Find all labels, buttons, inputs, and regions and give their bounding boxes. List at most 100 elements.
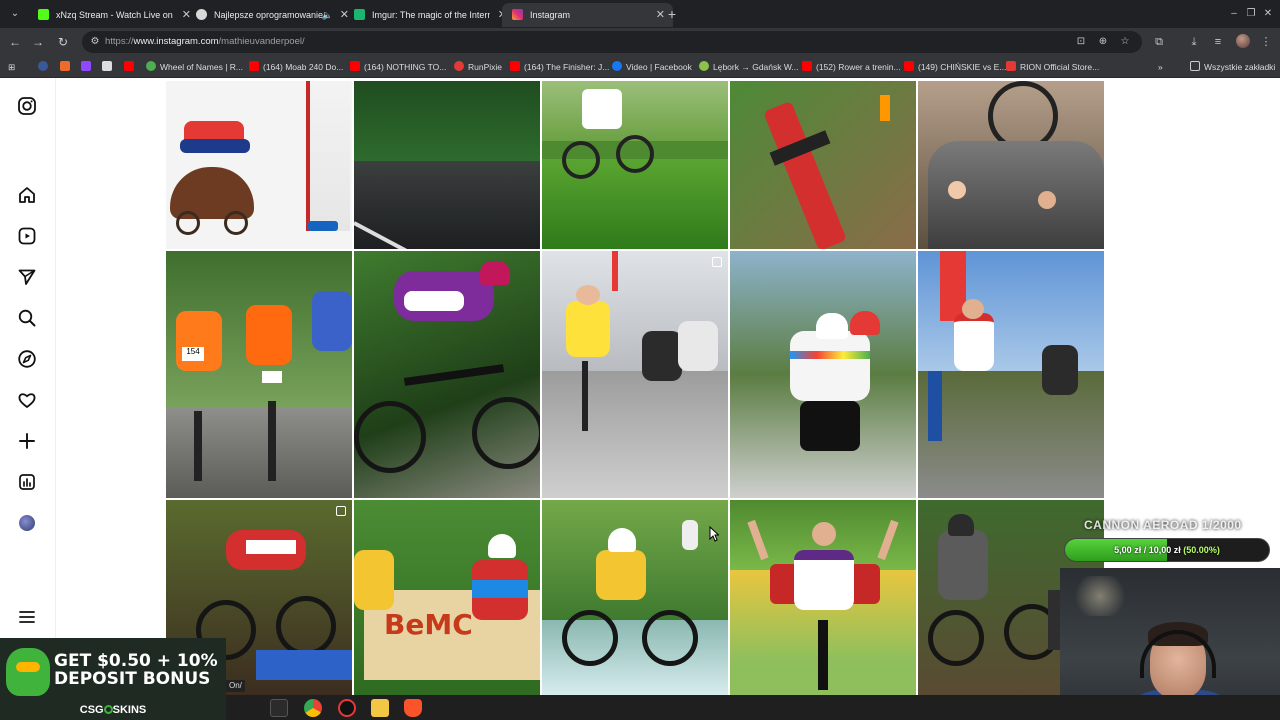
minimize-button[interactable]: – [1227, 5, 1241, 23]
youtube-icon [124, 61, 134, 71]
profile-avatar[interactable] [1236, 34, 1250, 48]
post-thumbnail[interactable] [354, 81, 540, 249]
more-bookmarks-icon[interactable]: » [1158, 60, 1163, 74]
address-bar[interactable]: ⚙ https://www.instagram.com/mathieuvande… [82, 31, 1142, 53]
brave-app-icon[interactable] [404, 699, 422, 717]
post-thumbnail[interactable]: 154 [166, 251, 352, 498]
download-icon[interactable]: ⤓ [1186, 34, 1202, 50]
facebook-icon [612, 61, 622, 71]
url-text[interactable]: https://www.instagram.com/mathieuvanderp… [105, 35, 305, 49]
post-thumbnail[interactable] [542, 251, 728, 498]
post-thumbnail[interactable] [542, 500, 728, 698]
twitch-icon [81, 61, 91, 71]
tab-software[interactable]: Najlepsze oprogramowanie 🔈 ✕ [186, 3, 357, 27]
maximize-button[interactable]: ❐ [1244, 5, 1258, 23]
tab-title: Najlepsze oprogramowanie [214, 10, 324, 20]
bookmark-yt[interactable] [124, 60, 138, 74]
bookmark-star-icon[interactable]: ☆ [1118, 35, 1132, 49]
bookmark-rower[interactable]: (152) Rower a trenin... [802, 60, 901, 74]
dashboard-icon[interactable] [17, 472, 37, 492]
post-thumbnail[interactable]: BeMC [354, 500, 540, 698]
post-thumbnail[interactable] [918, 81, 1104, 249]
tab-imgur[interactable]: Imgur: The magic of the Intern ✕ [344, 3, 515, 27]
post-thumbnail[interactable] [730, 81, 916, 249]
tab-kick-stream[interactable]: xNzq Stream - Watch Live on K ✕ [28, 3, 199, 27]
speaker-icon[interactable]: 🔈 [322, 3, 333, 27]
site-info-icon[interactable]: ⚙ [88, 35, 102, 49]
search-icon[interactable] [17, 308, 37, 328]
notifications-icon[interactable] [17, 390, 37, 410]
bookmark-nothing[interactable]: (164) NOTHING TO... [350, 60, 446, 74]
home-icon[interactable] [17, 185, 37, 205]
create-icon[interactable] [17, 431, 37, 451]
extensions-icon[interactable]: ⧉ [1151, 34, 1167, 50]
bookmark-moab[interactable]: (164) Moab 240 Do... [249, 60, 343, 74]
brand-logo-icon [103, 705, 113, 714]
browser-toolbar: ← → ↻ ⚙ https://www.instagram.com/mathie… [0, 28, 1280, 56]
obs-app-icon[interactable] [338, 699, 356, 717]
chrome-app-icon[interactable] [304, 699, 322, 717]
tab-instagram[interactable]: Instagram ✕ [502, 3, 673, 27]
post-thumbnail[interactable] [730, 500, 916, 698]
back-arrow-icon[interactable]: ← [7, 34, 23, 50]
terminal-app-icon[interactable] [270, 699, 288, 717]
post-thumbnail[interactable] [166, 81, 352, 249]
close-window-button[interactable]: ✕ [1261, 5, 1275, 23]
post-thumbnail[interactable] [354, 251, 540, 498]
bookmark-lebork[interactable]: Lębork → Gdańsk W... [699, 60, 799, 74]
imgur-favicon-icon [354, 9, 365, 20]
reels-icon[interactable] [17, 226, 37, 246]
wheel-icon [146, 61, 156, 71]
reload-icon[interactable]: ↻ [55, 34, 71, 50]
sponsor-ad-banner[interactable]: GET $0.50 + 10% DEPOSIT BONUS CSG SKINS [0, 638, 226, 720]
bookmark-finisher[interactable]: (164) The Finisher: J... [510, 60, 609, 74]
messages-icon[interactable] [17, 267, 37, 287]
explore-icon[interactable] [17, 349, 37, 369]
ad-brand: CSG SKINS [79, 704, 147, 716]
bookmarks-bar: ⊞ Wheel of Names | R... (164) Moab 240 D… [0, 56, 1280, 78]
folder-icon [1190, 61, 1200, 71]
instagram-logo-icon[interactable] [17, 96, 37, 116]
goal-progress-bar: 5,00 zł / 10,00 zł (50.00%) [1064, 538, 1270, 562]
all-bookmarks[interactable]: Wszystkie zakładki [1190, 60, 1275, 74]
goal-progress-text: 5,00 zł / 10,00 zł (50.00%) [1114, 545, 1220, 555]
cast-icon[interactable]: ⊡ [1074, 35, 1088, 49]
bookmark-runpixie[interactable]: RunPixie [454, 60, 502, 74]
bookmark-2[interactable] [60, 60, 74, 74]
bookmark-facebook-video[interactable]: Video | Facebook [612, 60, 692, 74]
taskbar-partial-label: On/ [226, 680, 245, 692]
mascot-icon [6, 648, 50, 696]
kebab-menu-icon[interactable]: ⋮ [1258, 34, 1274, 50]
bookmark-chinskie[interactable]: (149) CHIŃSKIE vs E... [904, 60, 1006, 74]
youtube-icon [350, 61, 360, 71]
zoom-icon[interactable]: ⊕ [1096, 35, 1110, 49]
new-tab-button[interactable]: + [664, 5, 680, 23]
goal-title: CANNON AEROAD 1/2000 [1084, 518, 1242, 532]
bookmark-rion[interactable]: RION Official Store... [1006, 60, 1099, 74]
tab-title: Instagram [530, 10, 571, 20]
profile-avatar[interactable] [19, 515, 35, 531]
bookmark-facebook[interactable] [38, 60, 52, 74]
kick-favicon-icon [38, 9, 49, 20]
donation-goal-widget: CANNON AEROAD 1/2000 5,00 zł / 10,00 zł … [1064, 514, 1280, 570]
media-control-icon[interactable]: ≡ [1210, 34, 1226, 50]
bookmark-wheel[interactable]: Wheel of Names | R... [146, 60, 243, 74]
youtube-icon [904, 61, 914, 71]
youtube-icon [510, 61, 520, 71]
menu-icon[interactable] [17, 607, 37, 627]
youtube-icon [249, 61, 259, 71]
bookmark-twitch[interactable] [81, 60, 95, 74]
apps-grid-icon[interactable]: ⊞ [8, 60, 15, 74]
post-thumbnail[interactable] [542, 81, 728, 249]
screen: ⌄ xNzq Stream - Watch Live on K ✕ Najlep… [0, 0, 1280, 720]
forward-arrow-icon[interactable]: → [30, 34, 46, 50]
shield-favicon-icon [196, 9, 207, 20]
file-explorer-icon[interactable] [371, 699, 389, 717]
mouse-cursor-icon [709, 525, 720, 542]
ad-headline: GET $0.50 + 10% DEPOSIT BONUS [54, 651, 218, 689]
bookmark-x[interactable] [102, 60, 116, 74]
tab-search-icon[interactable]: ⌄ [6, 5, 24, 23]
multi-post-icon [336, 506, 346, 516]
post-thumbnail[interactable] [918, 251, 1104, 498]
post-thumbnail[interactable] [730, 251, 916, 498]
